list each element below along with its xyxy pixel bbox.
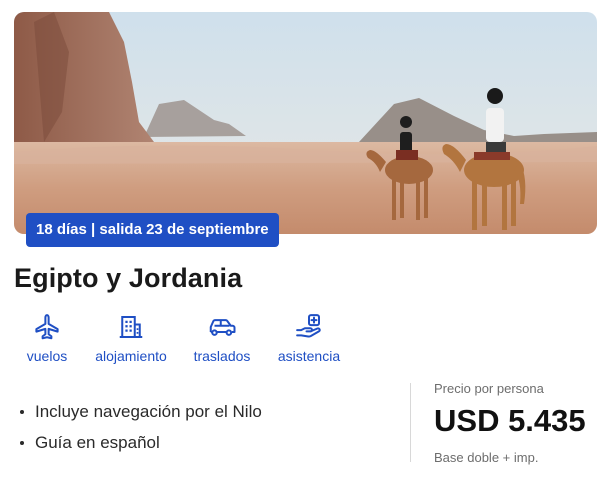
bullet-icon bbox=[20, 409, 24, 414]
highlights-list: Incluye navegación por el Nilo Guía en e… bbox=[20, 396, 262, 458]
list-item: Guía en español bbox=[20, 427, 262, 458]
price-label: Precio por persona bbox=[434, 381, 544, 396]
highlight-text: Guía en español bbox=[35, 433, 160, 452]
hand-plus-icon bbox=[296, 314, 321, 338]
airplane-icon bbox=[35, 314, 59, 340]
departure-badge: 18 días | salida 23 de septiembre bbox=[26, 213, 279, 247]
tour-card[interactable]: 18 días | salida 23 de septiembre Egipto… bbox=[0, 0, 610, 478]
feature-label: traslados bbox=[193, 348, 251, 364]
feature-label: alojamiento bbox=[95, 348, 167, 364]
bullet-icon bbox=[20, 440, 24, 445]
feature-transfers: traslados bbox=[190, 312, 254, 364]
hero-image[interactable] bbox=[14, 12, 597, 234]
desert-camels-photo bbox=[14, 12, 597, 234]
building-icon bbox=[119, 316, 143, 338]
price-amount: USD 5.435 bbox=[434, 403, 586, 438]
feature-label: asistencia bbox=[277, 348, 341, 364]
feature-flights: vuelos bbox=[24, 312, 70, 364]
feature-label: vuelos bbox=[26, 348, 68, 364]
car-icon bbox=[209, 319, 236, 336]
feature-assistance: asistencia bbox=[274, 312, 344, 364]
list-item: Incluye navegación por el Nilo bbox=[20, 396, 262, 427]
highlight-text: Incluye navegación por el Nilo bbox=[35, 402, 262, 421]
feature-accommodation: alojamiento bbox=[90, 312, 172, 364]
price-note: Base doble + imp. bbox=[434, 450, 539, 465]
divider bbox=[410, 383, 411, 462]
tour-title[interactable]: Egipto y Jordania bbox=[14, 263, 242, 294]
